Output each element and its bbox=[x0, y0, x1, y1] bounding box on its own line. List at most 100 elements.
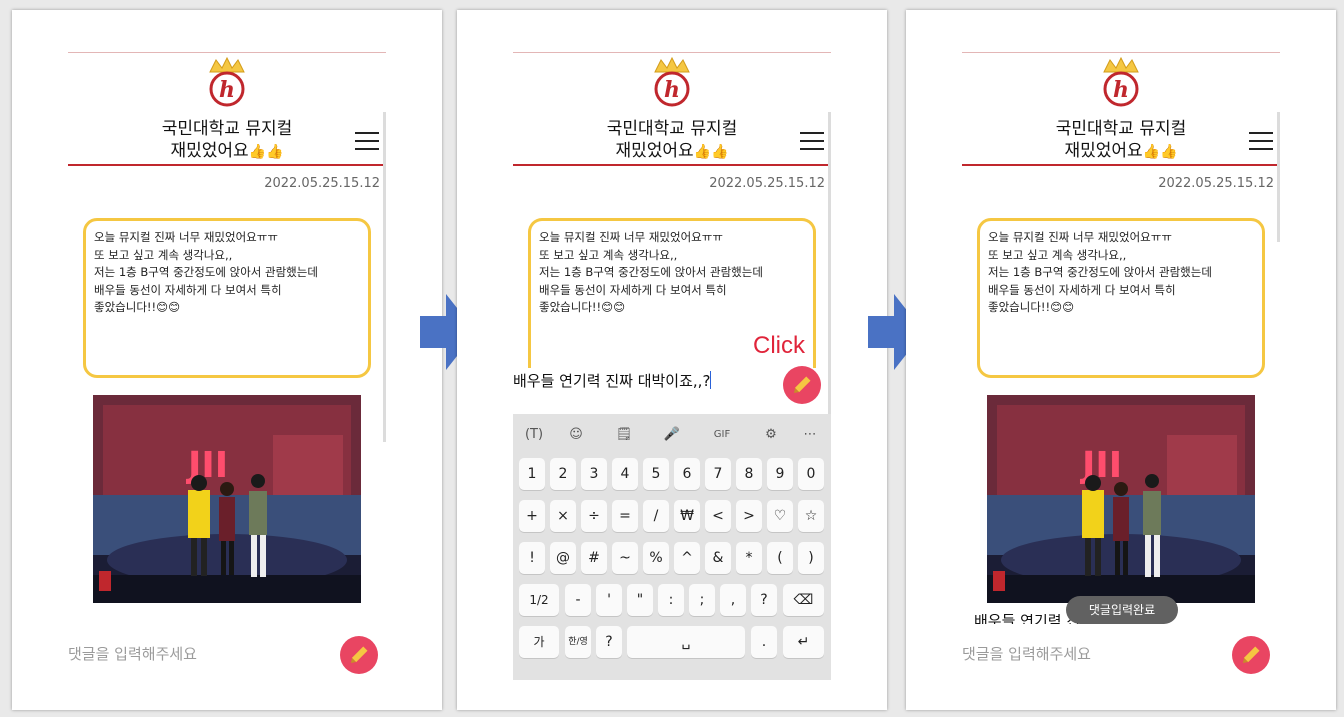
key[interactable]: : bbox=[658, 584, 684, 616]
key[interactable]: ? bbox=[596, 626, 622, 658]
key[interactable]: ( bbox=[767, 542, 793, 574]
comment-input[interactable] bbox=[962, 640, 1192, 668]
content-line: 배우들 동선이 자세하게 다 보여서 특히 bbox=[94, 282, 282, 297]
backspace-key-icon[interactable]: ⌫ bbox=[783, 584, 824, 616]
scrollbar[interactable] bbox=[1277, 112, 1280, 242]
key[interactable]: 3 bbox=[581, 458, 607, 490]
submit-comment-button[interactable] bbox=[783, 366, 821, 404]
submit-comment-button[interactable] bbox=[340, 636, 378, 674]
on-screen-keyboard: (T) ☺ 🗒 🎤 GIF ⚙ ⋯ 1 2 3 4 5 6 7 8 9 0 + … bbox=[513, 414, 831, 680]
emoji-icon[interactable]: ☺ bbox=[563, 422, 589, 448]
key[interactable]: ! bbox=[519, 542, 545, 574]
key-korean[interactable]: 가 bbox=[519, 626, 559, 658]
comment-input[interactable] bbox=[68, 640, 298, 668]
thumbs-up-icon: 👍👍 bbox=[1142, 144, 1178, 160]
microphone-icon[interactable]: 🎤 bbox=[659, 422, 685, 448]
key[interactable]: + bbox=[519, 500, 545, 532]
key[interactable]: 8 bbox=[736, 458, 762, 490]
hamburger-menu-icon[interactable] bbox=[800, 132, 824, 152]
key[interactable]: 2 bbox=[550, 458, 576, 490]
header-divider bbox=[68, 164, 386, 166]
key[interactable]: 5 bbox=[643, 458, 669, 490]
text-caret bbox=[710, 371, 712, 389]
key[interactable]: & bbox=[705, 542, 731, 574]
gif-icon[interactable]: GIF bbox=[709, 422, 735, 448]
post-datetime: 2022.05.25.15.12 bbox=[709, 176, 825, 191]
crown-logo-icon: h bbox=[209, 56, 245, 107]
key[interactable]: ' bbox=[596, 584, 622, 616]
key-page[interactable]: 1/2 bbox=[519, 584, 559, 616]
pencil-icon bbox=[794, 376, 811, 393]
key[interactable]: ☆ bbox=[798, 500, 824, 532]
pencil-icon bbox=[351, 646, 368, 663]
key[interactable]: ; bbox=[689, 584, 715, 616]
key-lang-switch[interactable]: 한/영 bbox=[565, 626, 591, 658]
key[interactable]: ? bbox=[751, 584, 777, 616]
key[interactable]: - bbox=[565, 584, 591, 616]
submit-comment-button[interactable] bbox=[1232, 636, 1270, 674]
key[interactable]: ^ bbox=[674, 542, 700, 574]
comment-bar bbox=[962, 634, 1280, 674]
scrollbar[interactable] bbox=[828, 112, 831, 442]
content-line: 저는 1층 B구역 중간정도에 앉아서 관람했는데 bbox=[988, 265, 1212, 279]
top-divider bbox=[68, 52, 386, 53]
key[interactable]: . bbox=[751, 626, 777, 658]
key[interactable]: , bbox=[720, 584, 746, 616]
content-line: 저는 1층 B구역 중간정도에 앉아서 관람했는데 bbox=[94, 265, 318, 279]
post-title: 국민대학교 뮤지컬 재밌었어요👍👍 bbox=[68, 118, 386, 163]
hamburger-menu-icon[interactable] bbox=[355, 132, 379, 152]
key[interactable]: 4 bbox=[612, 458, 638, 490]
settings-gear-icon[interactable]: ⚙ bbox=[758, 422, 784, 448]
content-line: 오늘 뮤지컬 진짜 너무 재밌었어요ㅠㅠ bbox=[539, 230, 723, 244]
step1-panel: h 국민대학교 뮤지컬 재밌었어요👍👍 2022.05.25.15.12 오늘 … bbox=[12, 10, 442, 710]
key[interactable]: ÷ bbox=[581, 500, 607, 532]
key[interactable]: ) bbox=[798, 542, 824, 574]
content-line: 또 보고 싶고 계속 생각나요,, bbox=[539, 247, 678, 262]
step3-panel: h 국민대학교 뮤지컬 재밌었어요👍👍 2022.05.25.15.12 오늘 … bbox=[906, 10, 1336, 710]
svg-text:h: h bbox=[664, 77, 680, 103]
key[interactable]: > bbox=[736, 500, 762, 532]
key[interactable]: * bbox=[736, 542, 762, 574]
key[interactable]: ~ bbox=[612, 542, 638, 574]
key[interactable]: 0 bbox=[798, 458, 824, 490]
header-divider bbox=[513, 164, 831, 166]
key[interactable]: @ bbox=[550, 542, 576, 574]
text-tool-icon[interactable]: (T) bbox=[521, 422, 547, 448]
spacebar-key[interactable]: ␣ bbox=[627, 626, 745, 658]
content-line: 또 보고 싶고 계속 생각나요,, bbox=[988, 247, 1127, 262]
svg-text:JII: JII bbox=[185, 445, 228, 486]
crown-logo-icon: h bbox=[654, 56, 690, 107]
step2-panel: h 국민대학교 뮤지컬 재밌었어요👍👍 2022.05.25.15.12 오늘 … bbox=[457, 10, 887, 710]
key[interactable]: " bbox=[627, 584, 653, 616]
phone-screen: h 국민대학교 뮤지컬 재밌었어요👍👍 2022.05.25.15.12 오늘 … bbox=[68, 52, 386, 702]
content-line: 또 보고 싶고 계속 생각나요,, bbox=[94, 247, 233, 262]
key[interactable]: / bbox=[643, 500, 669, 532]
key[interactable]: × bbox=[550, 500, 576, 532]
phone-screen: h 국민대학교 뮤지컬 재밌었어요👍👍 2022.05.25.15.12 오늘 … bbox=[513, 52, 831, 702]
enter-key-icon[interactable]: ↵ bbox=[783, 626, 824, 658]
svg-text:JII: JII bbox=[1079, 445, 1122, 486]
content-line: 좋았습니다!!😊😊 bbox=[988, 300, 1075, 314]
scrollbar[interactable] bbox=[383, 112, 386, 442]
hamburger-menu-icon[interactable] bbox=[1249, 132, 1273, 152]
header-divider bbox=[962, 164, 1280, 166]
key[interactable]: ₩ bbox=[674, 500, 700, 532]
sticker-icon[interactable]: 🗒 bbox=[611, 422, 637, 448]
svg-text:h: h bbox=[1113, 77, 1129, 103]
key[interactable]: 7 bbox=[705, 458, 731, 490]
post-content-card: 오늘 뮤지컬 진짜 너무 재밌었어요ㅠㅠ 또 보고 싶고 계속 생각나요,, 저… bbox=[83, 218, 371, 378]
key[interactable]: 1 bbox=[519, 458, 545, 490]
key[interactable]: 6 bbox=[674, 458, 700, 490]
key[interactable]: ♡ bbox=[767, 500, 793, 532]
key[interactable]: # bbox=[581, 542, 607, 574]
more-icon[interactable]: ⋯ bbox=[797, 422, 823, 448]
key[interactable]: 9 bbox=[767, 458, 793, 490]
comment-input-typed[interactable]: 배우들 연기력 진짜 대박이죠,,? bbox=[513, 370, 753, 391]
key[interactable]: < bbox=[705, 500, 731, 532]
key[interactable]: = bbox=[612, 500, 638, 532]
comment-bar bbox=[68, 634, 386, 674]
post-title-line1: 국민대학교 뮤지컬 bbox=[1055, 119, 1187, 139]
top-divider bbox=[513, 52, 831, 53]
post-title: 국민대학교 뮤지컬 재밌었어요👍👍 bbox=[513, 118, 831, 163]
key[interactable]: % bbox=[643, 542, 669, 574]
